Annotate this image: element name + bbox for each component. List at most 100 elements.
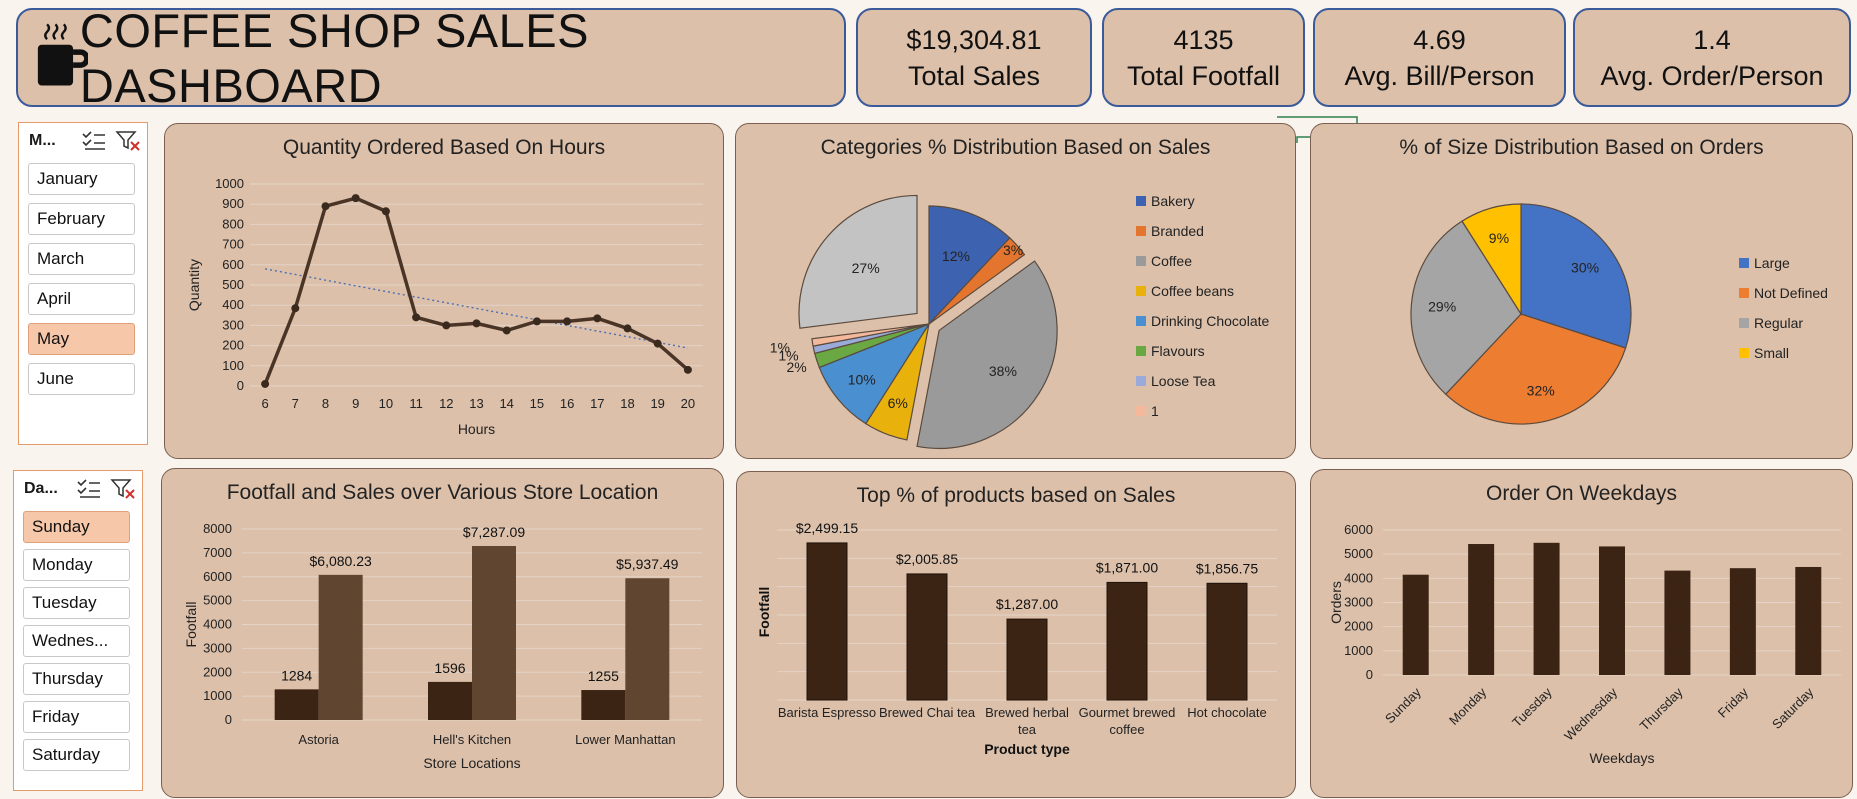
slicer-item[interactable]: April	[28, 283, 135, 315]
x-tick-label: coffee	[1109, 722, 1144, 737]
y-tick-label: 3000	[203, 640, 232, 655]
x-tick-label: Lower Manhattan	[575, 732, 675, 747]
data-label: 1284	[281, 667, 312, 683]
x-tick-label: tea	[1018, 722, 1037, 737]
day-slicer: Da... Sunday Monday Tuesday Wednes... Thursd…	[13, 470, 143, 791]
y-tick-label: 5000	[203, 593, 232, 608]
slicer-item[interactable]: March	[28, 243, 135, 275]
x-tick-label: 18	[620, 396, 634, 411]
clear-filter-icon[interactable]	[110, 478, 136, 500]
clear-filter-icon[interactable]	[115, 130, 141, 152]
x-tick-label: Gourmet brewed	[1079, 705, 1176, 720]
x-axis-title: Product type	[984, 741, 1070, 757]
y-tick-label: 600	[222, 257, 244, 272]
x-tick-label: 16	[560, 396, 574, 411]
legend-swatch	[1136, 196, 1146, 206]
bar	[1533, 542, 1560, 675]
x-tick-label: Tuesday	[1509, 684, 1555, 730]
multi-select-icon[interactable]	[76, 478, 102, 500]
legend-swatch	[1136, 226, 1146, 236]
kpi-avg-order: 1.4 Avg. Order/Person	[1573, 8, 1851, 107]
kpi-label: Avg. Order/Person	[1600, 60, 1824, 91]
y-tick-label: 900	[222, 196, 244, 211]
dashboard-title: COFFEE SHOP SALES DASHBOARD	[79, 3, 589, 112]
y-tick-label: 300	[222, 317, 244, 332]
legend-label: Small	[1754, 345, 1789, 361]
hours-chart-panel: Quantity Ordered Based On Hours 0 100 200 3…	[164, 123, 724, 459]
multi-select-icon[interactable]	[81, 130, 107, 152]
data-label: 29%	[1428, 299, 1456, 315]
slicer-item[interactable]: May	[28, 323, 135, 355]
data-label: $2,005.85	[896, 551, 958, 567]
legend-label: Regular	[1754, 315, 1803, 331]
slicer-item[interactable]: Wednes...	[23, 625, 130, 657]
x-tick-label: Wednesday	[1561, 684, 1620, 743]
y-tick-label: 5000	[1344, 546, 1373, 561]
kpi-value: 4135	[1173, 24, 1234, 55]
bar	[1664, 570, 1691, 675]
slicer-item[interactable]: Friday	[23, 701, 130, 733]
data-label: $1,856.75	[1196, 560, 1258, 576]
x-tick-label: 7	[292, 396, 299, 411]
kpi-value: 1.4	[1693, 24, 1731, 55]
slicer-item[interactable]: Thursday	[23, 663, 130, 695]
data-label: $7,287.09	[463, 524, 525, 540]
data-point	[593, 314, 602, 323]
data-label: $5,937.49	[616, 556, 678, 572]
dashboard-title-panel: COFFEE SHOP SALES DASHBOARD	[16, 4, 846, 112]
y-tick-label: 7000	[203, 545, 232, 560]
y-axis-title: Quantity	[186, 259, 202, 311]
bar	[1106, 581, 1148, 701]
y-tick-label: 1000	[1344, 643, 1373, 658]
data-point	[351, 194, 360, 203]
y-axis-title: Orders	[1328, 581, 1344, 624]
data-point	[442, 321, 451, 330]
legend-swatch	[1136, 346, 1146, 356]
legend-label: Not Defined	[1754, 285, 1828, 301]
slicer-item[interactable]: February	[28, 203, 135, 235]
slicer-item[interactable]: Tuesday	[23, 587, 130, 619]
slicer-item[interactable]: June	[28, 363, 135, 395]
y-tick-label: 0	[237, 378, 244, 393]
weekdays-chart-panel: Order On Weekdays 0 1000 2000 3000 4000 5000 6…	[1310, 469, 1853, 798]
x-tick-label: 19	[650, 396, 664, 411]
legend-label: Coffee beans	[1151, 283, 1234, 299]
categories-chart-panel: Categories % Distribution Based on Sales…	[735, 123, 1296, 459]
data-point	[502, 326, 511, 335]
data-label: $6,080.23	[310, 553, 372, 569]
data-label: 30%	[1571, 259, 1599, 275]
slicer-item[interactable]: January	[28, 163, 135, 195]
bar	[1795, 566, 1822, 675]
legend-label: Branded	[1151, 223, 1204, 239]
legend-swatch	[1136, 316, 1146, 326]
data-label: 1255	[588, 668, 619, 684]
trendline	[264, 268, 689, 349]
bar	[318, 574, 363, 720]
x-tick-label: 17	[590, 396, 604, 411]
data-point	[532, 317, 541, 326]
x-tick-label: Thursday	[1637, 684, 1686, 733]
kpi-value: 4.69	[1413, 24, 1466, 55]
slicer-item[interactable]: Saturday	[23, 739, 130, 771]
bar	[581, 690, 626, 720]
legend-label: 1	[1151, 403, 1159, 419]
kpi-total-footfall: 4135 Total Footfall	[1102, 8, 1305, 107]
stores-bar-chart: 0 1000 2000 3000 4000 5000 6000 7000 8000 1284 $6,…	[183, 521, 702, 771]
data-point	[472, 319, 481, 328]
x-tick-label: Hell's Kitchen	[433, 732, 511, 747]
slicer-item[interactable]: Sunday	[23, 511, 130, 543]
slicer-item[interactable]: Monday	[23, 549, 130, 581]
x-tick-label: 6	[261, 396, 268, 411]
hours-line-chart: 0 100 200 300 400 500 600 700 800 900 1000 6 7 8 9 10 11…	[186, 176, 703, 437]
bar	[1729, 568, 1756, 675]
data-label: $2,499.15	[796, 520, 858, 536]
data-label: 38%	[989, 363, 1017, 379]
y-tick-label: 6000	[1344, 522, 1373, 537]
x-tick-label: Monday	[1446, 684, 1490, 728]
y-tick-label: 6000	[203, 569, 232, 584]
x-tick-label: Barista Espresso	[778, 705, 876, 720]
data-point	[683, 365, 692, 374]
kpi-avg-bill: 4.69 Avg. Bill/Person	[1313, 8, 1566, 107]
products-bar-chart: $2,499.15 Barista Espresso $2,005.85 Brewed…	[756, 520, 1277, 757]
legend-swatch	[1136, 256, 1146, 266]
